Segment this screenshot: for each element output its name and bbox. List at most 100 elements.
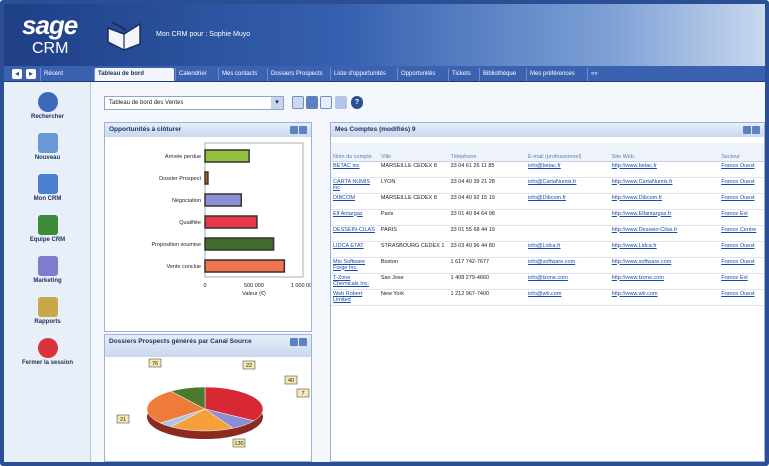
- tab-0[interactable]: Tableau de bord: [94, 68, 174, 81]
- table-row[interactable]: CARTA NUMIS inc LYON 33 04 40 39 21 28 info…: [331, 177, 764, 194]
- column-header[interactable]: Nom du compte: [331, 143, 379, 162]
- team-icon: [37, 215, 58, 235]
- table-row[interactable]: Web Robert Limited New York 1 212 967-7400…: [331, 289, 764, 306]
- tab-recent[interactable]: Récent: [40, 68, 92, 81]
- calendar-icon[interactable]: [306, 96, 318, 109]
- website[interactable]: http://www.wb.com: [612, 291, 658, 297]
- website[interactable]: http://www.Dessein-Cilas.fr: [612, 227, 678, 233]
- email[interactable]: info@tzone.com: [528, 275, 568, 281]
- account-name[interactable]: Web Robert Limited: [333, 291, 362, 303]
- bar[interactable]: [204, 215, 258, 229]
- panel-close-icon[interactable]: [752, 126, 760, 134]
- bar[interactable]: [204, 237, 275, 251]
- account-name[interactable]: Mio Software Forge Inc.: [333, 259, 365, 271]
- tab-2[interactable]: Mes contacts: [218, 68, 266, 81]
- tab-9[interactable]: «»: [587, 68, 601, 81]
- panel-close-icon[interactable]: [299, 126, 307, 134]
- website[interactable]: http://www.Elfantargaz.fr: [612, 211, 672, 217]
- email[interactable]: info@wb.com: [528, 291, 561, 297]
- sector[interactable]: France Centre: [721, 227, 756, 233]
- help-icon[interactable]: ?: [351, 96, 363, 109]
- column-header[interactable]: Ville: [378, 143, 449, 162]
- tab-5[interactable]: Opportunités: [397, 68, 447, 81]
- table-row[interactable]: DIBCOM MARSEILLE CEDEX 8 33 04 40 92 15 19…: [331, 193, 764, 210]
- marketing-icon: [37, 256, 58, 276]
- tab-8[interactable]: Mes préférences: [526, 68, 586, 81]
- table-row[interactable]: Mio Software Forge Inc. Boston 1 617 742-7…: [331, 257, 764, 274]
- email[interactable]: info@software.com: [528, 259, 575, 265]
- sidebar-item-0[interactable]: Rechercher: [4, 92, 91, 120]
- table-row[interactable]: LIDCA ETAT STRASBOURG CEDEX 1 33 03 40 96 …: [331, 241, 764, 258]
- sidebar-item-2[interactable]: Mon CRM: [4, 174, 91, 202]
- table-row[interactable]: T-Zone Chemicals Inc. San Jose 1 408 279-4…: [331, 273, 764, 290]
- tab-1[interactable]: Calendrier: [175, 68, 217, 81]
- back-arrow-icon[interactable]: ◂: [12, 69, 22, 79]
- website[interactable]: http://www.betac.fr: [612, 163, 657, 169]
- tab-6[interactable]: Tickets: [448, 68, 478, 81]
- account-name[interactable]: CARTA NUMIS inc: [333, 179, 370, 191]
- category-label: Dossier Prospect: [159, 176, 201, 182]
- website[interactable]: http://www.CartaNumis.fr: [612, 179, 673, 185]
- bar[interactable]: [204, 149, 250, 163]
- bar[interactable]: [204, 259, 286, 273]
- account-name[interactable]: DESSEIN-CILAS: [333, 227, 375, 233]
- tab-4[interactable]: Liste d'opportunités: [330, 68, 396, 81]
- sidebar-item-6[interactable]: Fermer la session: [4, 338, 91, 366]
- column-header[interactable]: Téléphone: [448, 143, 527, 162]
- city: STRASBOURG CEDEX 1: [380, 242, 445, 249]
- panel-settings-icon[interactable]: [290, 126, 298, 134]
- tab-bar: ◂ ▸ Récent Tableau de bord Calendrier Mes …: [4, 66, 765, 82]
- sector[interactable]: France Ouest: [721, 163, 754, 169]
- website[interactable]: http://www.tzone.com: [612, 275, 664, 281]
- sector[interactable]: France Ouest: [721, 259, 754, 265]
- table-row[interactable]: Elf Antargaz Paris 33 01 40 84 64 98 http:/…: [331, 209, 764, 226]
- email[interactable]: info@Dibcom.fr: [528, 195, 566, 201]
- website[interactable]: http://www.Lidca.fr: [612, 243, 657, 249]
- sector[interactable]: France Ouest: [721, 291, 754, 297]
- sector[interactable]: France Est: [721, 275, 748, 281]
- chevron-down-icon[interactable]: ▾: [271, 97, 283, 109]
- tab-7[interactable]: Bibliothèque: [479, 68, 525, 81]
- sector[interactable]: France Ouest: [721, 243, 754, 249]
- table-row[interactable]: DESSEIN-CILAS PARIS 33 01 55 68 44 19 http:…: [331, 225, 764, 242]
- bar[interactable]: [204, 193, 243, 207]
- column-header[interactable]: Secteur: [719, 143, 764, 162]
- sector[interactable]: France Ouest: [721, 179, 754, 185]
- website[interactable]: http://www.Dibcom.fr: [612, 195, 662, 201]
- sector[interactable]: France Est: [721, 211, 748, 217]
- pie-label: 130: [234, 441, 243, 447]
- tab-3[interactable]: Dossiers Prospects: [267, 68, 329, 81]
- email[interactable]: info@Lidca.fr: [528, 243, 561, 249]
- magnifier-icon: [37, 92, 58, 112]
- city: MARSEILLE CEDEX 8: [380, 162, 437, 169]
- email[interactable]: info@betac.fr: [528, 163, 561, 169]
- panel-settings-icon[interactable]: [290, 338, 298, 346]
- category-label: Négociation: [172, 198, 201, 204]
- sidebar-item-5[interactable]: Rapports: [4, 297, 91, 325]
- settings-icon[interactable]: [320, 96, 332, 109]
- sector[interactable]: France Ouest: [721, 195, 754, 201]
- account-name[interactable]: DIBCOM: [333, 195, 355, 201]
- column-header[interactable]: Site Web: [609, 143, 720, 162]
- panel-settings-icon[interactable]: [743, 126, 751, 134]
- sidebar-item-4[interactable]: Marketing: [4, 256, 91, 284]
- forward-arrow-icon[interactable]: ▸: [26, 69, 36, 79]
- column-header[interactable]: E-mail (professionnel): [526, 143, 610, 162]
- account-name[interactable]: LIDCA ETAT: [333, 243, 364, 249]
- edit-icon[interactable]: [292, 96, 304, 109]
- website[interactable]: http://www.software.com: [612, 259, 672, 265]
- table-row[interactable]: BETAC inc MARSEILLE CEDEX 8 33 04 61 26 11…: [331, 161, 764, 178]
- sidebar-item-1[interactable]: Nouveau: [4, 133, 91, 161]
- new-document-icon: [37, 133, 58, 153]
- dashboard-select[interactable]: Tableau de bord des Ventes ▾: [104, 96, 284, 110]
- plot-area: [204, 142, 304, 278]
- print-icon[interactable]: [335, 96, 347, 109]
- account-name[interactable]: BETAC inc: [333, 163, 360, 169]
- pie-label: 21: [120, 417, 126, 423]
- account-name[interactable]: Elf Antargaz: [333, 211, 363, 217]
- sidebar-item-3[interactable]: Equipe CRM: [4, 215, 91, 243]
- account-name[interactable]: T-Zone Chemicals Inc.: [333, 275, 369, 287]
- email[interactable]: info@CartaNumis.fr: [528, 179, 576, 185]
- bar[interactable]: [204, 171, 209, 185]
- panel-close-icon[interactable]: [299, 338, 307, 346]
